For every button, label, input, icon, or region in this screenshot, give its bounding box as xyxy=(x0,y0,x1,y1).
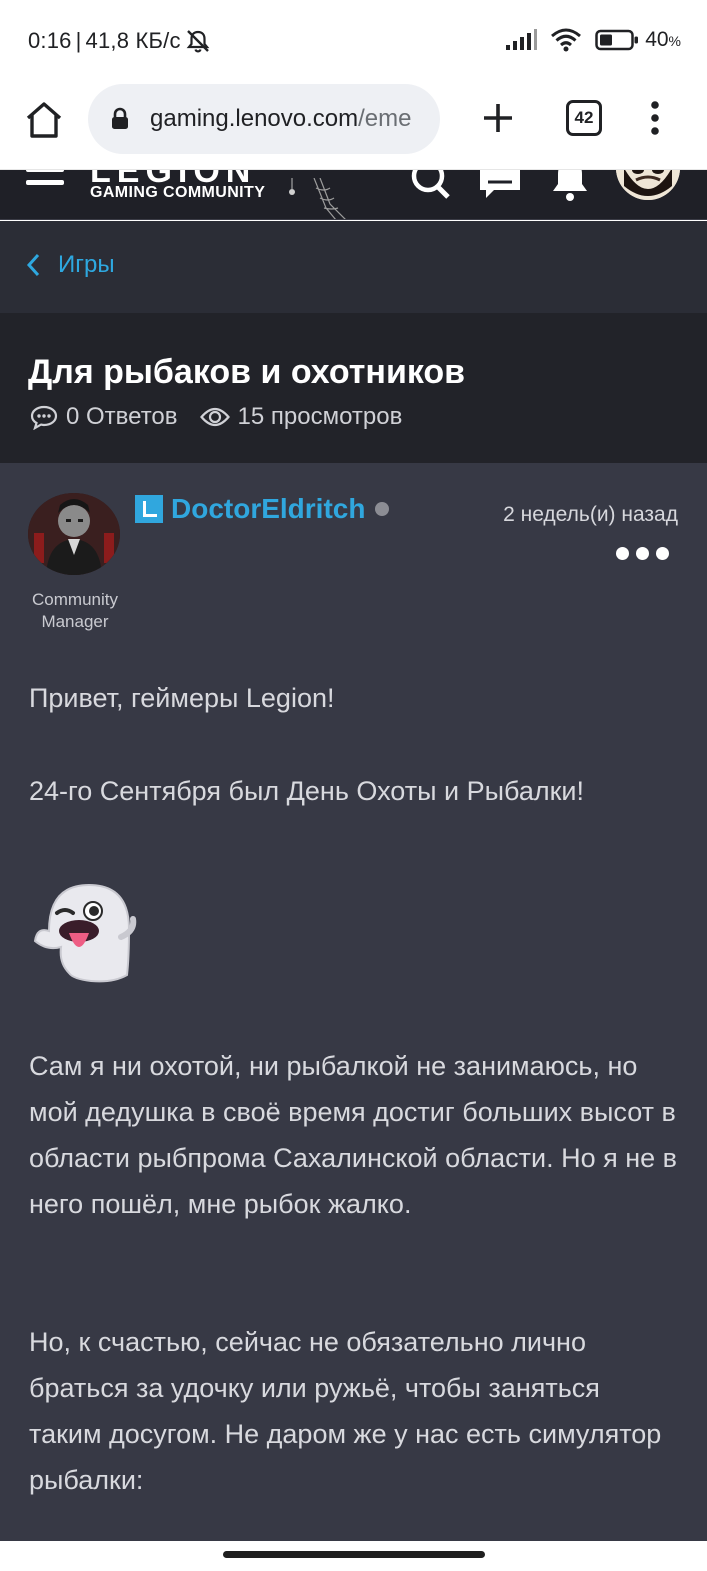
url-text: gaming.lenovo.com/eme xyxy=(150,105,411,133)
home-button[interactable] xyxy=(22,98,66,142)
topic-header: Для рыбаков и охотников 0 Ответов 15 про… xyxy=(0,313,707,463)
tab-switcher-button[interactable]: 42 xyxy=(566,100,602,136)
topic-stats: 0 Ответов 15 просмотров xyxy=(30,403,402,431)
rank-badge-icon xyxy=(135,495,163,523)
address-bar[interactable]: gaming.lenovo.com/eme xyxy=(88,84,440,154)
site-header: LEGION GAMING COMMUNITY xyxy=(0,170,707,220)
wifi-icon xyxy=(551,28,582,52)
battery-unit: % xyxy=(668,33,681,49)
paragraph: Но, к счастью, сейчас не обязательно лич… xyxy=(29,1327,662,1495)
dot-icon xyxy=(656,547,669,560)
tab-count: 42 xyxy=(574,108,594,127)
browser-toolbar: gaming.lenovo.com/eme 42 xyxy=(0,84,707,170)
post-timestamp: 2 недель(и) назад xyxy=(503,503,678,526)
home-gesture-handle[interactable] xyxy=(223,1551,485,1558)
paragraph: Привет, геймеры Legion! xyxy=(29,683,335,713)
plus-icon xyxy=(484,104,512,132)
paragraph: 24-го Сентября был День Охоты и Рыбалки! xyxy=(29,776,585,806)
mute-icon xyxy=(186,30,210,53)
new-tab-button[interactable] xyxy=(478,98,518,138)
comment-icon xyxy=(30,405,58,430)
views-stat: 15 просмотров xyxy=(199,403,403,431)
ghost-icon xyxy=(33,883,137,983)
author-line: DoctorEldritch xyxy=(135,493,390,525)
paragraph: Сам я ни охотой, ни рыбалкой не занимаюс… xyxy=(29,1051,677,1219)
url-path: /eme xyxy=(358,105,412,132)
views-count: 15 просмотров xyxy=(237,403,403,430)
replies-count: 0 Ответов xyxy=(66,403,178,430)
lock-icon xyxy=(112,107,128,129)
author-avatar[interactable] xyxy=(28,493,120,575)
status-dot xyxy=(375,502,390,516)
page-title: Для рыбаков и охотников xyxy=(28,353,466,391)
status-left: 0:16 | 41,8 КБ/с xyxy=(28,28,211,54)
replies-stat: 0 Ответов xyxy=(30,403,178,431)
dot-icon xyxy=(636,547,649,560)
status-right: 40 % xyxy=(505,28,681,52)
battery-level: 40 xyxy=(645,28,669,51)
search-icon[interactable] xyxy=(410,170,452,202)
battery-icon xyxy=(595,29,639,51)
chevron-left-icon xyxy=(26,253,40,277)
menu-icon[interactable] xyxy=(26,170,66,190)
browser-menu-button[interactable] xyxy=(642,98,668,138)
eye-icon xyxy=(199,407,230,427)
signal-icon xyxy=(506,29,538,50)
spiderweb-decoration xyxy=(289,178,346,219)
status-net-speed: 41,8 КБ/с xyxy=(85,28,181,53)
status-separator: | xyxy=(75,28,82,53)
url-host: gaming.lenovo.com xyxy=(150,105,359,132)
dot-icon xyxy=(616,547,629,560)
breadcrumb-bar: Игры xyxy=(0,221,707,313)
status-bar: 0:16 | 41,8 КБ/с 40 % xyxy=(0,0,707,84)
breadcrumb[interactable]: Игры xyxy=(26,251,115,279)
gesture-bar xyxy=(0,1541,707,1571)
bell-icon[interactable] xyxy=(550,170,590,204)
breadcrumb-label[interactable]: Игры xyxy=(58,251,115,279)
more-vert-icon xyxy=(651,101,659,135)
status-time: 0:16 xyxy=(28,28,72,53)
author-name[interactable]: DoctorEldritch xyxy=(171,493,365,525)
logo-subtitle: GAMING COMMUNITY xyxy=(90,184,266,201)
post: Community Manager DoctorEldritch 2 недел… xyxy=(0,463,707,1541)
home-icon xyxy=(26,102,62,138)
avatar[interactable] xyxy=(616,170,680,200)
post-options-button[interactable] xyxy=(616,547,669,560)
chat-icon[interactable] xyxy=(478,170,524,204)
author-role: Community Manager xyxy=(32,590,118,631)
